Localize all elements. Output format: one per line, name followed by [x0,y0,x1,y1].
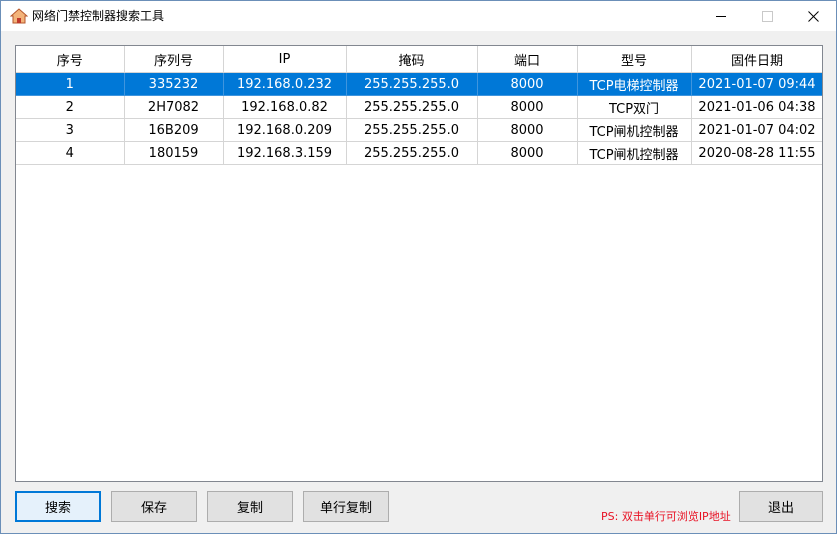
cell-serial: 2H7082 [123,95,224,119]
maximize-button [744,1,790,31]
cell-ip: 192.168.0.209 [222,118,347,142]
column-header-firmware-date[interactable]: 固件日期 [690,46,822,73]
close-icon [807,10,819,22]
cell-port: 8000 [476,141,578,165]
cell-mask: 255.255.255.0 [345,72,478,96]
save-button[interactable]: 保存 [111,491,197,522]
cell-model: TCP双门 [576,95,692,119]
table-row[interactable]: 2 2H7082 192.168.0.82 255.255.255.0 8000… [16,95,822,119]
cell-model: TCP电梯控制器 [576,72,692,96]
cell-ip: 192.168.3.159 [222,141,347,165]
house-icon [10,8,28,24]
app-window: 网络门禁控制器搜索工具 序号 序列号 IP 掩码 端口 型号 固件日期 1 33… [0,0,837,534]
search-button[interactable]: 搜索 [15,491,101,522]
cell-port: 8000 [476,72,578,96]
cell-ip: 192.168.0.232 [222,72,347,96]
copy-button[interactable]: 复制 [207,491,293,522]
cell-firmware-date: 2021-01-06 04:38 [690,95,822,119]
cell-index: 3 [16,118,125,142]
cell-firmware-date: 2021-01-07 04:02 [690,118,822,142]
column-header-ip[interactable]: IP [222,46,347,73]
usage-hint: PS: 双击单行可浏览IP地址 [601,510,731,523]
cell-index: 4 [16,141,125,165]
cell-serial: 16B209 [123,118,224,142]
title-bar[interactable]: 网络门禁控制器搜索工具 [1,1,836,31]
close-button[interactable] [790,1,836,31]
table-row[interactable]: 3 16B209 192.168.0.209 255.255.255.0 800… [16,118,822,142]
cell-serial: 335232 [123,72,224,96]
window-title: 网络门禁控制器搜索工具 [32,9,165,23]
cell-firmware-date: 2020-08-28 11:55 [690,141,822,165]
cell-index: 2 [16,95,125,119]
cell-port: 8000 [476,95,578,119]
copy-row-button[interactable]: 单行复制 [303,491,389,522]
cell-ip: 192.168.0.82 [222,95,347,119]
maximize-icon [761,10,773,22]
cell-index: 1 [16,72,125,96]
table-row[interactable]: 4 180159 192.168.3.159 255.255.255.0 800… [16,141,822,165]
column-header-model[interactable]: 型号 [576,46,692,73]
minimize-button[interactable] [698,1,744,31]
cell-mask: 255.255.255.0 [345,141,478,165]
device-list-grid[interactable]: 序号 序列号 IP 掩码 端口 型号 固件日期 1 335232 192.168… [15,45,823,482]
table-header-row: 序号 序列号 IP 掩码 端口 型号 固件日期 [16,46,822,73]
cell-mask: 255.255.255.0 [345,118,478,142]
column-header-port[interactable]: 端口 [476,46,578,73]
cell-mask: 255.255.255.0 [345,95,478,119]
column-header-mask[interactable]: 掩码 [345,46,478,73]
column-header-index[interactable]: 序号 [16,46,125,73]
cell-serial: 180159 [123,141,224,165]
cell-firmware-date: 2021-01-07 09:44 [690,72,822,96]
table-row[interactable]: 1 335232 192.168.0.232 255.255.255.0 800… [16,72,822,96]
cell-port: 8000 [476,118,578,142]
minimize-icon [716,15,726,17]
cell-model: TCP闸机控制器 [576,141,692,165]
exit-button[interactable]: 退出 [739,491,823,522]
column-header-serial[interactable]: 序列号 [123,46,224,73]
cell-model: TCP闸机控制器 [576,118,692,142]
device-table: 序号 序列号 IP 掩码 端口 型号 固件日期 1 335232 192.168… [16,46,822,165]
